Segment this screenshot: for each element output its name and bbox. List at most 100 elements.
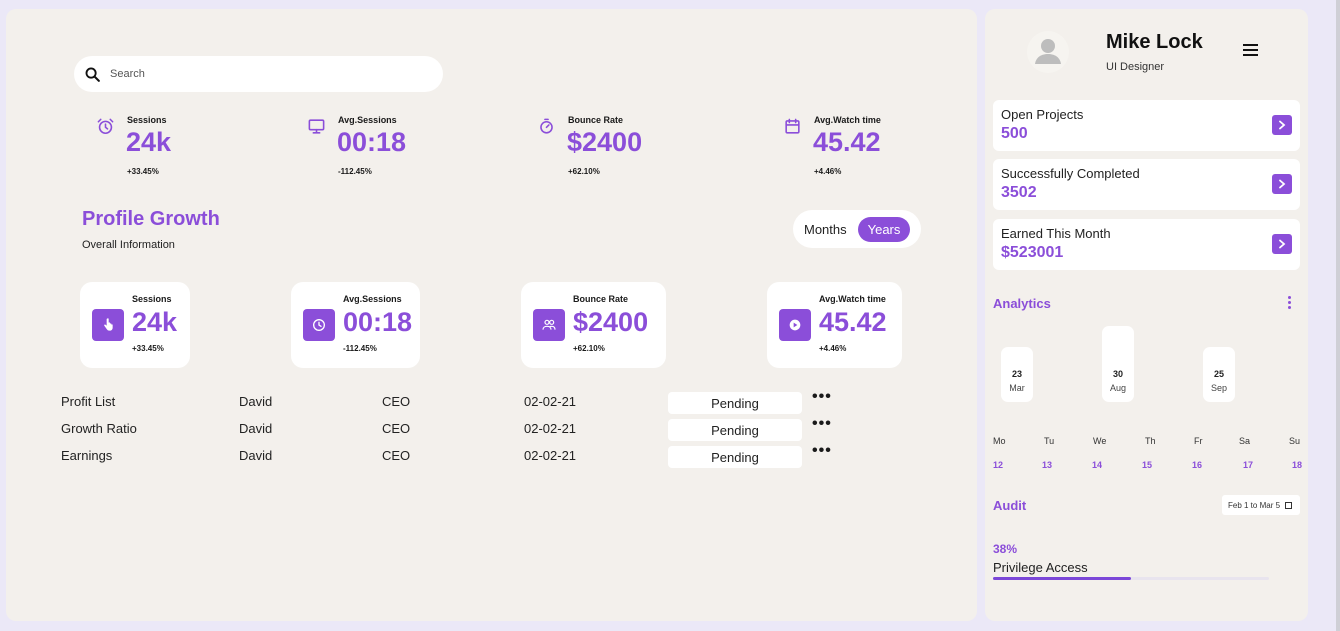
date-pill[interactable]: 25 Sep <box>1203 347 1235 402</box>
pill-month: Sep <box>1210 383 1227 393</box>
date-number[interactable]: 18 <box>1292 460 1302 470</box>
completed-projects-button[interactable] <box>1272 174 1292 194</box>
card-value: $2400 <box>573 307 649 337</box>
date-range-text: Feb 1 to Mar 5 <box>1228 500 1281 510</box>
more-options-icon[interactable]: ••• <box>812 388 832 406</box>
stat-change: +4.46% <box>814 167 842 176</box>
years-option[interactable]: Years <box>858 217 910 242</box>
scrollbar[interactable] <box>1336 0 1340 631</box>
stat-label: Bounce Rate <box>568 115 624 125</box>
main-panel: Sessions 24k +33.45% Avg.Sessions 00:18 … <box>6 9 977 621</box>
stat-value: 00:18 <box>337 127 407 157</box>
row-role: CEO <box>382 448 411 463</box>
weekday-label: Tu <box>1044 436 1055 446</box>
touch-icon <box>92 309 124 341</box>
row-name: Growth Ratio <box>61 421 137 436</box>
stat-value: 45.42 <box>813 127 881 157</box>
date-pill[interactable]: 30 Aug <box>1102 326 1134 402</box>
chevron-right-icon <box>1279 239 1286 249</box>
row-person: David <box>239 421 273 436</box>
search-bar[interactable] <box>74 56 443 92</box>
more-options-icon[interactable]: ••• <box>812 415 832 433</box>
sidebar-panel: Mike Lock UI Designer Open Projects 500 … <box>985 9 1308 621</box>
date-number[interactable]: 15 <box>1142 460 1152 470</box>
row-person: David <box>239 448 273 463</box>
stat-change: -112.45% <box>338 167 372 176</box>
project-value: 500 <box>1001 125 1028 142</box>
completed-projects-card: Successfully Completed 3502 <box>993 159 1300 210</box>
users-icon <box>533 309 565 341</box>
pill-day: 23 <box>1011 369 1022 379</box>
card-change: +62.10% <box>573 344 605 353</box>
card-change: -112.45% <box>343 344 377 353</box>
audit-date-range[interactable]: Feb 1 to Mar 5 <box>1222 495 1300 515</box>
card-change: +4.46% <box>819 344 847 353</box>
date-number[interactable]: 13 <box>1042 460 1052 470</box>
row-person: David <box>239 394 273 409</box>
row-date: 02-02-21 <box>524 394 577 409</box>
pill-day: 25 <box>1213 369 1224 379</box>
audit-label: Privilege Access <box>993 560 1088 575</box>
project-label: Earned This Month <box>1001 226 1111 241</box>
months-option[interactable]: Months <box>804 222 847 237</box>
stat-value: $2400 <box>567 127 643 157</box>
kebab-menu-icon[interactable] <box>1288 296 1292 310</box>
audit-title: Audit <box>993 498 1027 513</box>
row-date: 02-02-21 <box>524 448 577 463</box>
row-role: CEO <box>382 394 411 409</box>
audit-progress-track <box>993 577 1269 580</box>
date-pill[interactable]: 23 Mar <box>1001 347 1033 402</box>
card-avg-sessions: Avg.Sessions 00:18 -112.45% <box>291 282 420 368</box>
card-bounce-rate: Bounce Rate $2400 +62.10% <box>521 282 666 368</box>
card-value: 45.42 <box>819 307 887 337</box>
earned-month-card: Earned This Month $523001 <box>993 219 1300 270</box>
profile-growth-title: Profile Growth <box>82 208 220 230</box>
row-role: CEO <box>382 421 411 436</box>
menu-icon[interactable] <box>1243 44 1258 56</box>
monitor-icon <box>307 117 326 136</box>
alarm-clock-icon <box>96 117 115 136</box>
stat-value: 24k <box>126 127 172 157</box>
avatar[interactable] <box>1027 31 1069 73</box>
timer-icon <box>537 117 556 136</box>
card-label: Bounce Rate <box>573 294 629 304</box>
date-number[interactable]: 14 <box>1092 460 1102 470</box>
period-toggle: Months Years <box>793 210 921 248</box>
status-badge: Pending <box>668 446 802 468</box>
earned-month-button[interactable] <box>1272 234 1292 254</box>
status-badge: Pending <box>668 419 802 441</box>
weekday-label: Fr <box>1194 436 1203 446</box>
open-projects-button[interactable] <box>1272 115 1292 135</box>
calendar-icon <box>783 117 802 136</box>
audit-percent: 38% <box>993 542 1018 556</box>
search-input[interactable] <box>110 68 410 80</box>
date-number[interactable]: 12 <box>993 460 1003 470</box>
row-name: Earnings <box>61 448 113 463</box>
date-number[interactable]: 16 <box>1192 460 1202 470</box>
user-icon <box>1035 39 1061 64</box>
profile-growth-subtitle: Overall Information <box>82 239 175 251</box>
card-label: Avg.Watch time <box>819 294 886 304</box>
card-value: 24k <box>132 307 178 337</box>
stat-change: +33.45% <box>127 167 159 176</box>
clock-icon <box>303 309 335 341</box>
row-name: Profit List <box>61 394 116 409</box>
user-role: UI Designer <box>1106 61 1165 73</box>
stat-label: Avg.Watch time <box>814 115 881 125</box>
chevron-right-icon <box>1279 120 1286 130</box>
row-date: 02-02-21 <box>524 421 577 436</box>
date-number[interactable]: 17 <box>1243 460 1253 470</box>
card-avg-watch-time: Avg.Watch time 45.42 +4.46% <box>767 282 902 368</box>
open-projects-card: Open Projects 500 <box>993 100 1300 151</box>
more-options-icon[interactable]: ••• <box>812 442 832 460</box>
pill-day: 30 <box>1112 369 1123 379</box>
audit-progress-fill <box>993 577 1131 580</box>
weekday-label: Sa <box>1239 436 1251 446</box>
calendar-icon <box>1285 501 1293 509</box>
weekday-label: We <box>1093 436 1107 446</box>
pill-month: Mar <box>1009 383 1025 393</box>
weekday-label: Mo <box>993 436 1006 446</box>
analytics-title: Analytics <box>993 296 1051 311</box>
search-icon <box>85 67 100 82</box>
stat-label: Sessions <box>127 115 167 125</box>
